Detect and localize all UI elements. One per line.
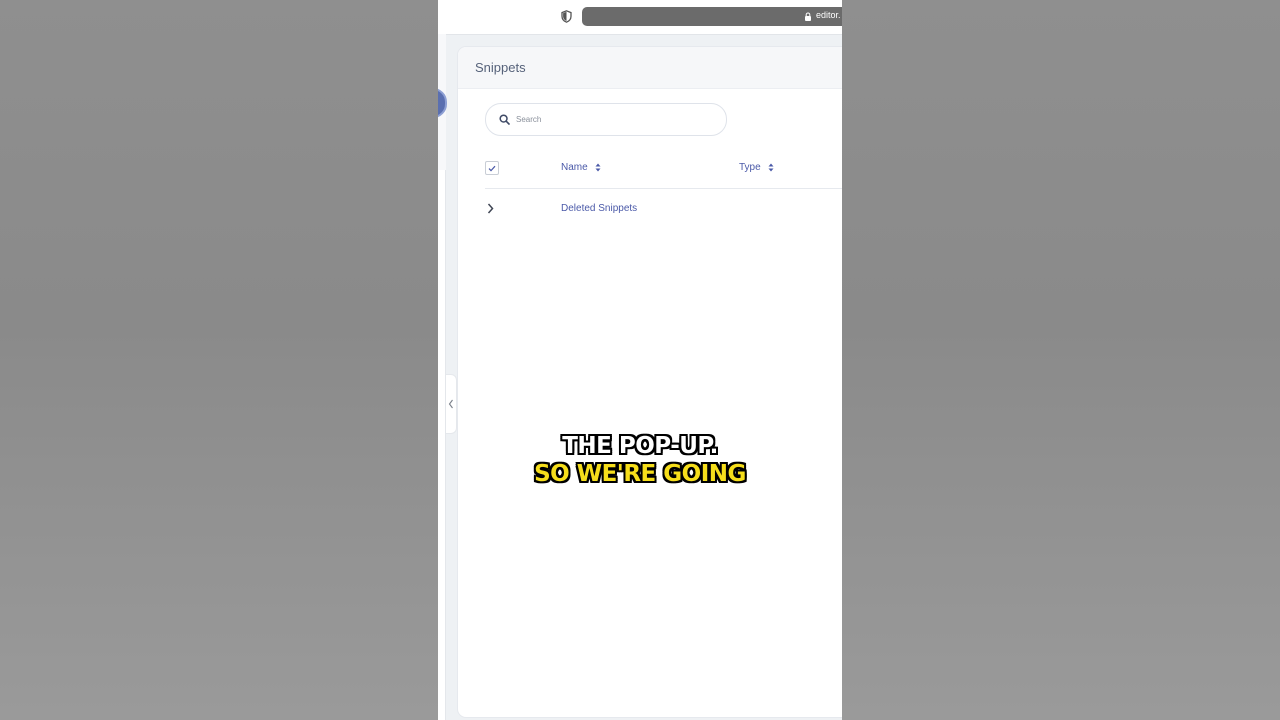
panel-header: Snippets (458, 47, 842, 89)
column-header-type[interactable]: Type (739, 162, 774, 173)
panel-title: Snippets (475, 60, 526, 75)
column-header-name[interactable]: Name (561, 162, 601, 173)
select-all-checkbox[interactable] (485, 161, 499, 175)
table-row[interactable]: Deleted Snippets (485, 197, 842, 221)
chevron-left-icon (448, 399, 453, 409)
column-header-type-label: Type (739, 162, 761, 173)
screen-recording: editor. Snippets Name (438, 0, 842, 720)
lock-icon (805, 12, 811, 21)
sidebar-avatar-button[interactable] (438, 88, 447, 118)
sidebar-rail (438, 34, 447, 720)
sidebar-collapse-handle[interactable] (446, 374, 457, 434)
caption-line-1: THE POP-UP. (562, 433, 718, 459)
url-text: editor. (816, 10, 841, 20)
sort-icon (595, 163, 601, 172)
sort-icon (768, 163, 774, 172)
snippets-panel: Snippets Name Type (458, 47, 842, 717)
address-bar[interactable]: editor. (582, 7, 842, 26)
search-box[interactable] (485, 103, 727, 136)
search-input[interactable] (516, 110, 716, 128)
caption-line-2: SO WE'RE GOING (534, 461, 746, 487)
checkmark-icon (488, 165, 496, 171)
table-header-divider (485, 188, 842, 189)
shield-icon[interactable] (561, 10, 572, 23)
video-caption: THE POP-UP. SO WE'RE GOING (438, 432, 842, 488)
video-background-left (0, 0, 438, 720)
chevron-right-icon[interactable] (487, 203, 494, 214)
browser-toolbar: editor. (438, 0, 842, 35)
search-icon (499, 114, 510, 125)
row-name-link[interactable]: Deleted Snippets (561, 203, 637, 214)
video-background-right (842, 0, 1280, 720)
column-header-name-label: Name (561, 162, 588, 173)
